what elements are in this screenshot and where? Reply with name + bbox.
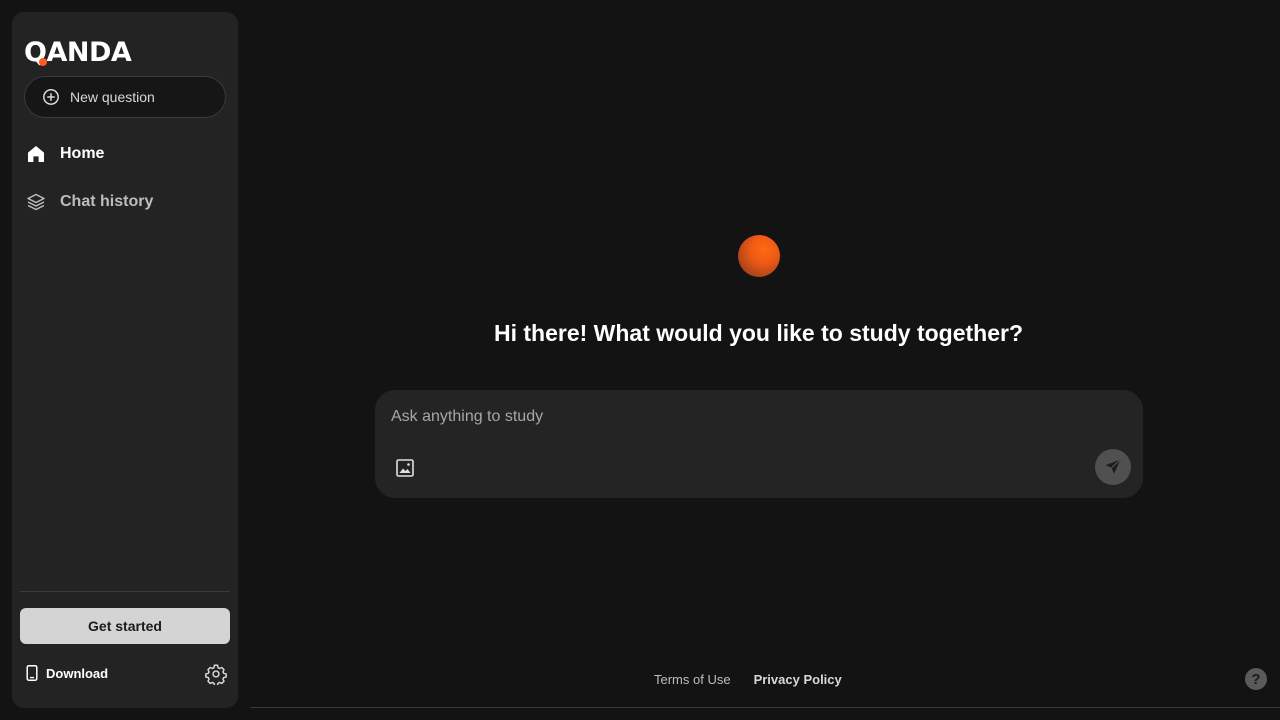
gear-icon[interactable]	[205, 663, 227, 685]
get-started-button[interactable]: Get started	[20, 608, 230, 644]
logo-dot	[39, 57, 48, 66]
assistant-orb	[738, 235, 780, 277]
home-icon	[28, 146, 44, 162]
terms-of-use-link[interactable]: Terms of Use	[654, 672, 731, 687]
qanda-logo[interactable]: Q ANDA	[24, 38, 132, 66]
send-button[interactable]	[1095, 449, 1131, 485]
help-icon: ?	[1251, 670, 1261, 688]
help-button[interactable]: ?	[1245, 668, 1267, 690]
phone-icon	[26, 665, 38, 681]
sidebar: Q ANDA New question Home Chat history Get…	[12, 12, 238, 708]
sidebar-item-label: Home	[60, 145, 105, 162]
greeting-heading: Hi there! What would you like to study t…	[493, 320, 1023, 346]
question-input[interactable]: Ask anything to study	[391, 408, 543, 426]
sidebar-item-home[interactable]: Home	[26, 138, 104, 170]
image-icon[interactable]	[394, 457, 416, 479]
sidebar-item-label: Chat history	[60, 193, 154, 210]
new-question-button[interactable]: New question	[24, 76, 226, 118]
download-link[interactable]: Download	[26, 662, 108, 684]
sidebar-item-chat-history[interactable]: Chat history	[26, 186, 153, 218]
download-label: Download	[46, 665, 109, 681]
send-icon	[1105, 459, 1121, 474]
new-question-label: New question	[70, 89, 155, 105]
privacy-policy-link[interactable]: Privacy Policy	[754, 672, 842, 687]
sidebar-divider	[20, 591, 230, 592]
layers-icon	[27, 193, 45, 211]
question-composer: Ask anything to study	[375, 390, 1143, 498]
footer-divider	[250, 707, 1280, 708]
footer-links: Terms of Use Privacy Policy	[654, 672, 842, 687]
plus-circle-icon	[43, 89, 59, 105]
